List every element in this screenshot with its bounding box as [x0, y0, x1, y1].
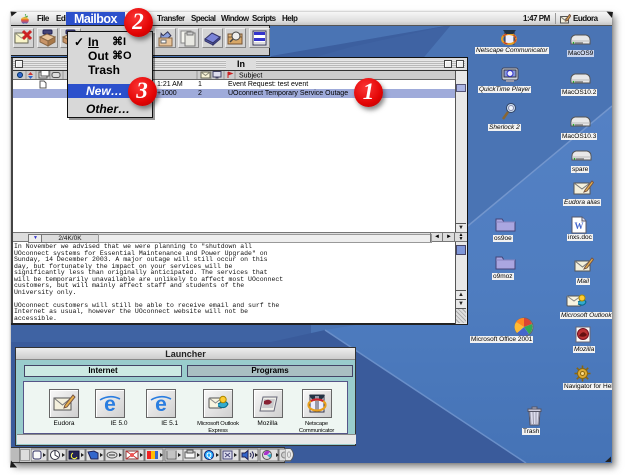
svg-text:Q: Q [206, 453, 212, 460]
svg-text:Subject: Subject [239, 73, 262, 80]
svg-text:W: W [575, 221, 584, 231]
